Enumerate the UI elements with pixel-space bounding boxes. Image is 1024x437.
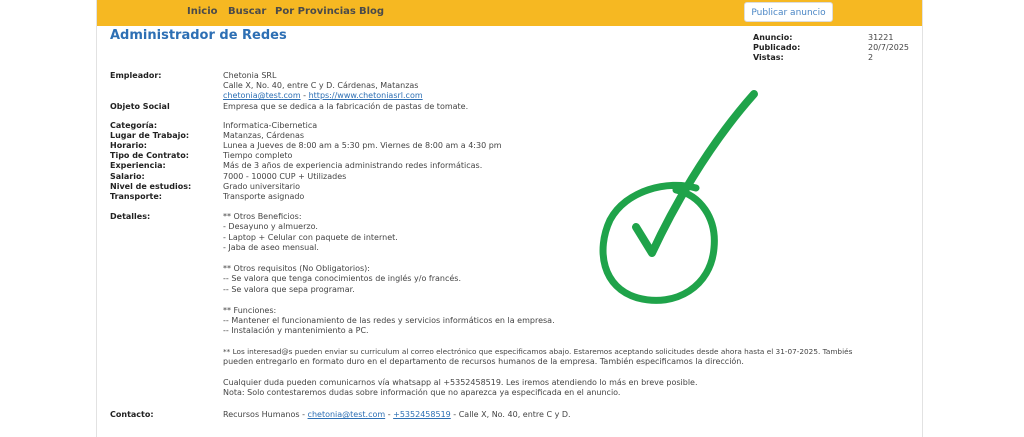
- employer-website-link[interactable]: https://www.chetoniasrl.com: [309, 91, 423, 100]
- employer-links: chetonia@test.com - https://www.chetonia…: [223, 91, 423, 100]
- detail-line: -- Se valora que tenga conocimientos de …: [223, 274, 461, 283]
- categoria-value: Informatica-Cibernetica: [223, 121, 318, 130]
- nivel-estudios-label: Nivel de estudios:: [110, 182, 192, 191]
- transporte-label: Transporte:: [110, 192, 162, 201]
- objeto-social-value: Empresa que se dedica a la fabricación d…: [223, 102, 469, 111]
- top-navbar: Inicio Buscar Por Provincias Blog Public…: [97, 0, 922, 26]
- nivel-estudios-value: Grado universitario: [223, 182, 301, 191]
- experiencia-label: Experiencia:: [110, 161, 166, 170]
- meta-label-publicado: Publicado:: [753, 43, 801, 52]
- salario-label: Salario:: [110, 172, 145, 181]
- contact-address: - Calle X, No. 40, entre C y D.: [450, 410, 571, 419]
- meta-value-vistas: 2: [868, 53, 874, 62]
- detail-line: pueden entregarlo en formato duro en el …: [223, 357, 744, 366]
- check-tick-stroke: [632, 90, 758, 257]
- meta-value-publicado: 20/7/2025: [868, 43, 910, 52]
- experiencia-value: Más de 3 años de experiencia administran…: [223, 161, 483, 170]
- detail-line: ** Otros requisitos (No Obligatorios):: [223, 264, 370, 273]
- nav-por-provincias[interactable]: Por Provincias: [275, 6, 356, 17]
- publish-ad-button[interactable]: Publicar anuncio: [744, 2, 833, 22]
- salario-value: 7000 - 10000 CUP + Utilizades: [223, 172, 347, 181]
- contact-email-link[interactable]: chetonia@test.com: [308, 410, 386, 419]
- contact-separator: -: [385, 410, 394, 419]
- detail-line: - Desayuno y almuerzo.: [223, 222, 318, 231]
- detail-line: ** Los interesad@s pueden enviar su curr…: [223, 347, 853, 356]
- employer-links-separator: -: [300, 91, 309, 100]
- lugar-value: Matanzas, Cárdenas: [223, 131, 305, 140]
- contacto-label: Contacto:: [110, 410, 154, 419]
- transporte-value: Transporte asignado: [223, 192, 305, 201]
- categoria-label: Categoría:: [110, 121, 158, 130]
- employer-name: Chetonia SRL: [223, 71, 277, 80]
- nav-buscar[interactable]: Buscar: [228, 6, 266, 17]
- job-listing-page: Inicio Buscar Por Provincias Blog Public…: [96, 0, 923, 437]
- detail-line: -- Instalación y mantenimiento a PC.: [223, 326, 369, 335]
- detail-line: - Laptop + Celular con paquete de intern…: [223, 233, 398, 242]
- lugar-label: Lugar de Trabajo:: [110, 131, 190, 140]
- horario-value: Lunea a Jueves de 8:00 am a 5:30 pm. Vie…: [223, 141, 502, 150]
- detail-line: ** Funciones:: [223, 306, 277, 315]
- contact-phone-link[interactable]: +5352458519: [393, 410, 451, 419]
- meta-label-anuncio: Anuncio:: [753, 33, 793, 42]
- detail-line: Cualquier duda pueden comunicarnos vía w…: [223, 378, 698, 387]
- detail-line: ** Otros Beneficios:: [223, 212, 302, 221]
- meta-value-anuncio: 31221: [868, 33, 894, 42]
- tipo-contrato-value: Tiempo completo: [223, 151, 293, 160]
- employer-label: Empleador:: [110, 71, 162, 80]
- nav-blog[interactable]: Blog: [359, 6, 384, 17]
- green-checkmark-icon: [599, 90, 758, 304]
- nav-inicio[interactable]: Inicio: [187, 6, 218, 17]
- contact-line: Recursos Humanos - chetonia@test.com - +…: [223, 410, 571, 419]
- detail-line: - Jaba de aseo mensual.: [223, 243, 319, 252]
- detail-line: -- Se valora que sepa programar.: [223, 285, 355, 294]
- horario-label: Horario:: [110, 141, 147, 150]
- job-title: Administrador de Redes: [110, 28, 287, 43]
- tipo-contrato-label: Tipo de Contrato:: [110, 151, 189, 160]
- detalles-label: Detalles:: [110, 212, 151, 221]
- detail-line: -- Mantener el funcionamiento de las red…: [223, 316, 555, 325]
- employer-email-link[interactable]: chetonia@test.com: [223, 91, 301, 100]
- objeto-social-label: Objeto Social: [110, 102, 170, 111]
- contact-department: Recursos Humanos -: [223, 410, 308, 419]
- employer-address: Calle X, No. 40, entre C y D. Cárdenas, …: [223, 81, 419, 90]
- meta-label-vistas: Vistas:: [753, 53, 784, 62]
- detail-line: Nota: Solo contestaremos dudas sobre inf…: [223, 388, 621, 397]
